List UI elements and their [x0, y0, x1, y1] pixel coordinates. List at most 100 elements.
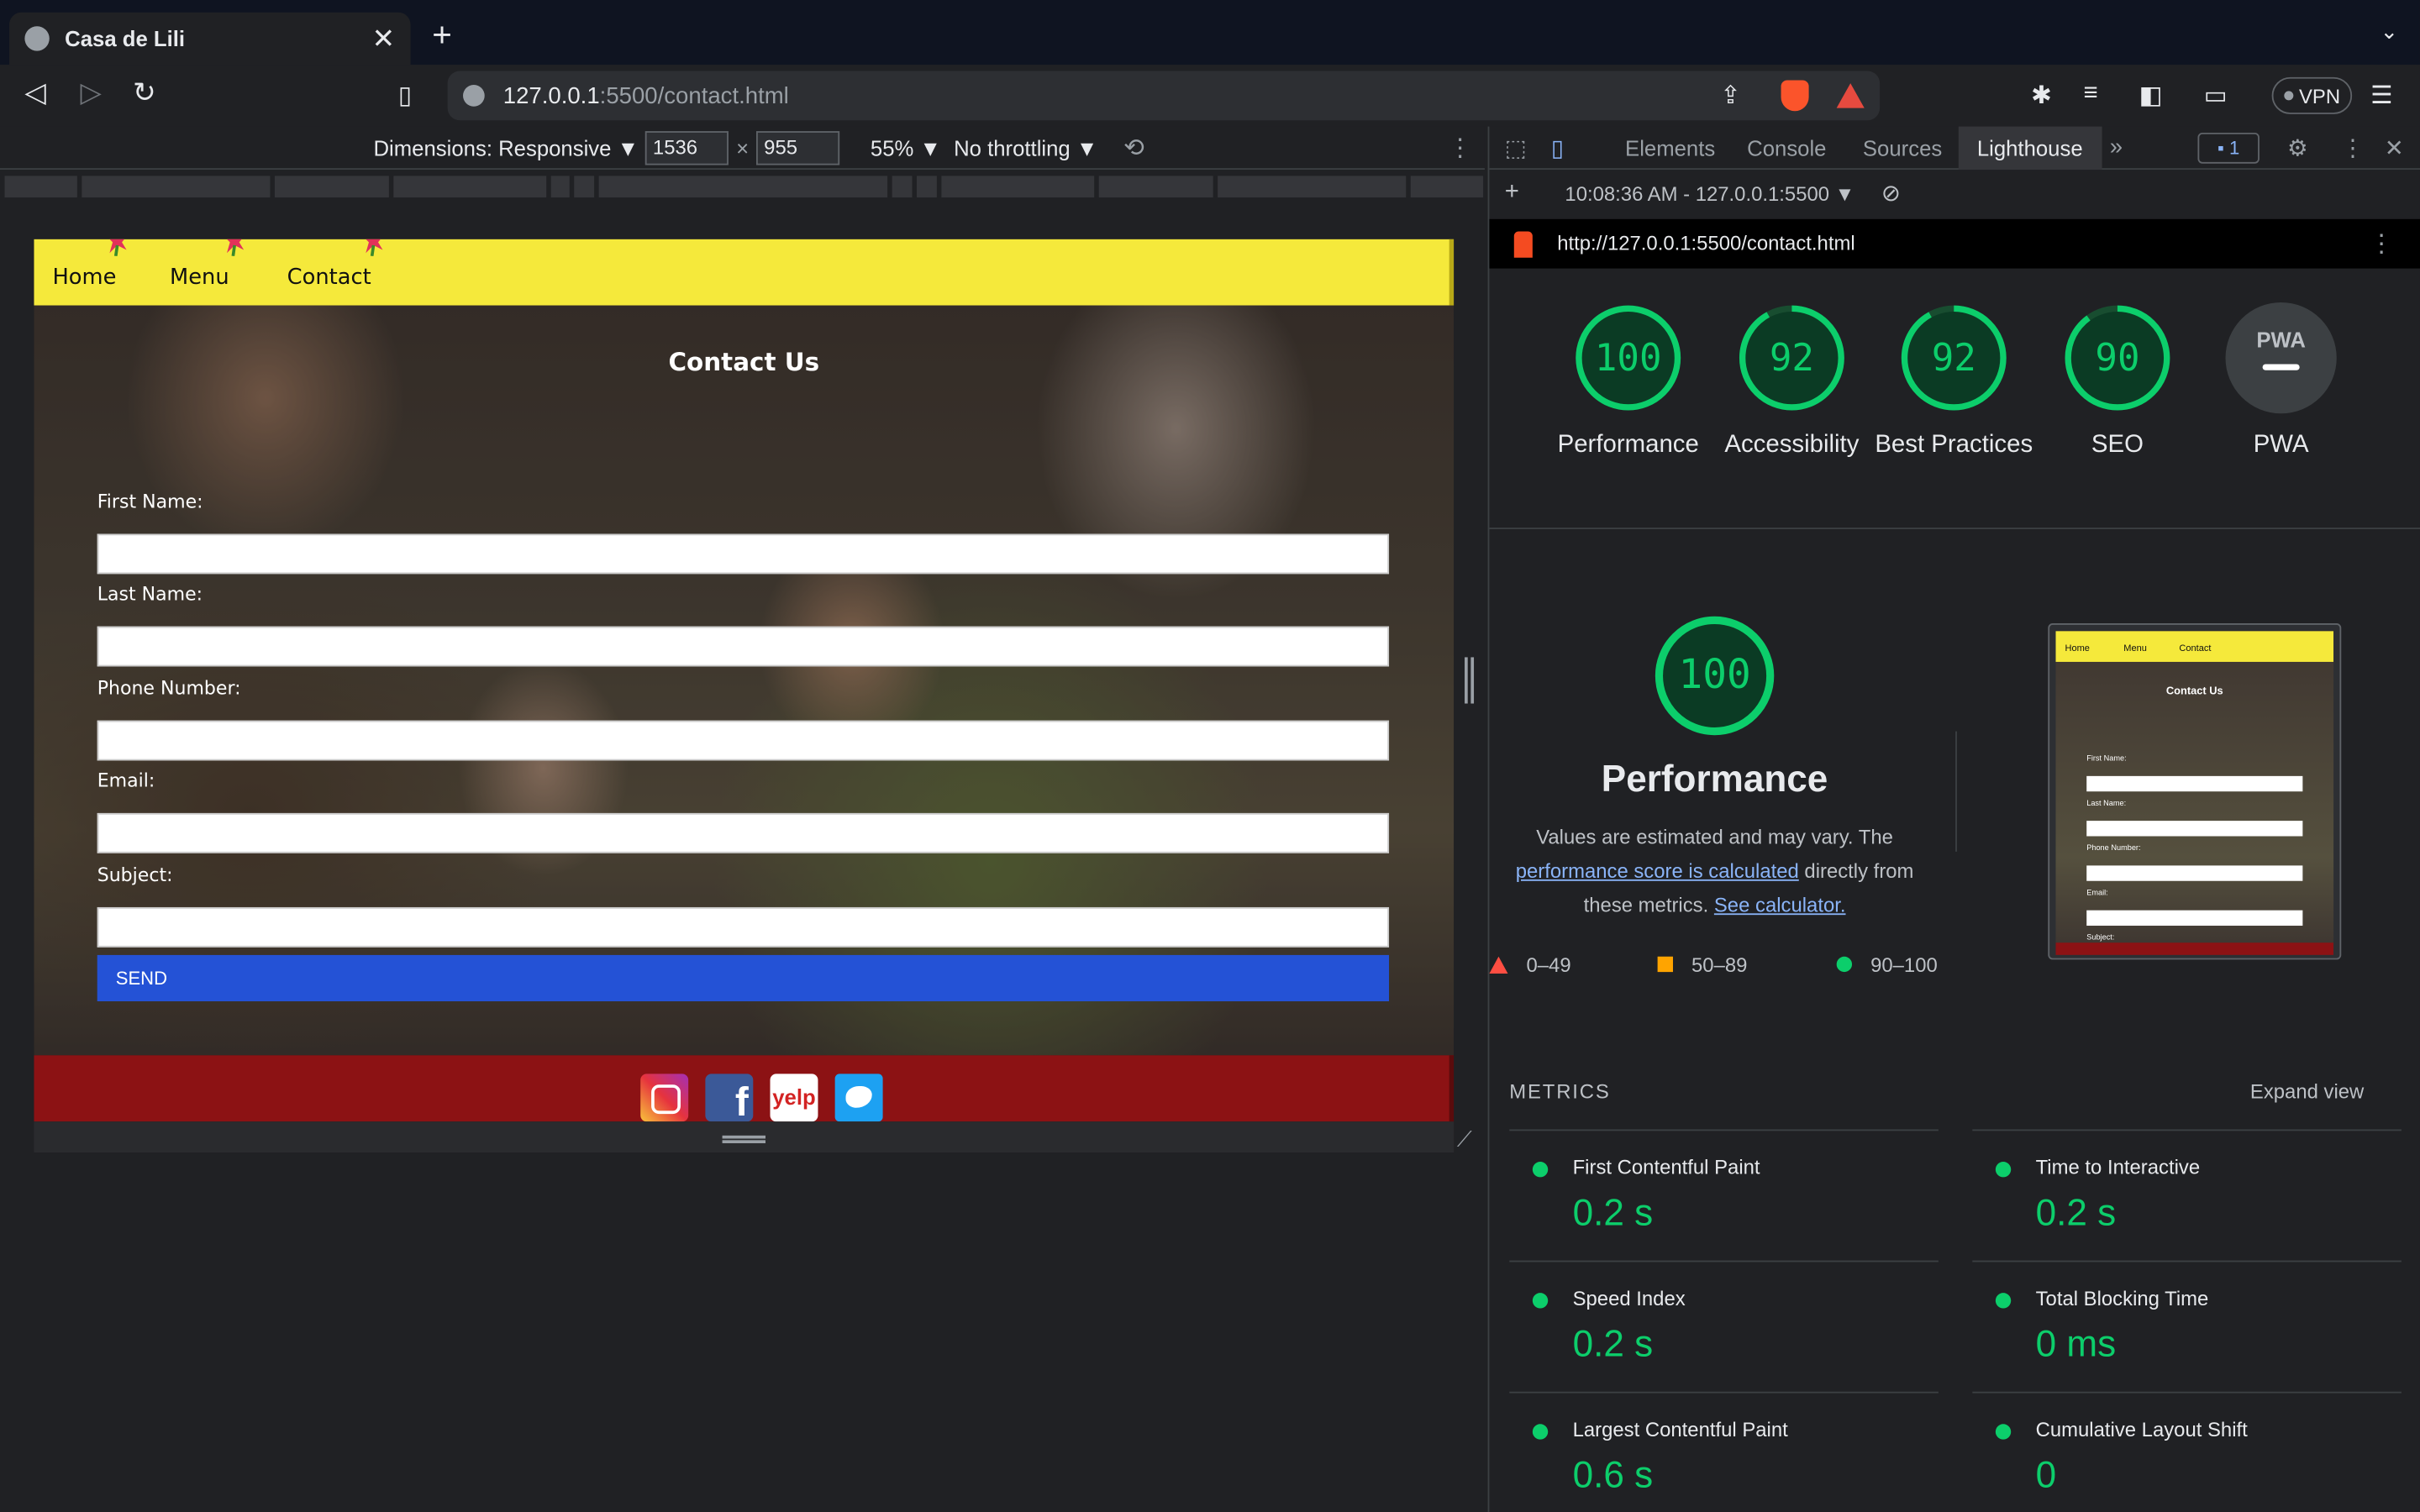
reload-icon[interactable]: ↻ [133, 77, 156, 110]
brave-shields-icon[interactable] [1781, 80, 1809, 112]
phone-input[interactable] [97, 720, 1390, 761]
bookmark-icon[interactable]: ▯ [398, 81, 412, 112]
close-devtools-icon[interactable]: ✕ [2385, 134, 2404, 162]
menu-icon[interactable]: ☰ [2370, 81, 2392, 112]
site-footer: f yelp [34, 1055, 1455, 1122]
score-value: 100 [1594, 336, 1662, 380]
site-info-icon[interactable] [463, 85, 485, 107]
forward-icon[interactable]: ▷ [81, 77, 102, 110]
flower-icon [366, 239, 383, 256]
zoom-select[interactable]: 55% ▼ [871, 136, 941, 160]
back-icon[interactable]: ◁ [24, 77, 45, 110]
yelp-icon[interactable]: yelp [770, 1074, 818, 1122]
settings-gear-icon[interactable]: ⚙ [2287, 134, 2308, 162]
flower-icon [226, 239, 245, 256]
inspect-icon[interactable]: ⬚ [1505, 134, 1527, 162]
twitter-icon[interactable] [834, 1074, 883, 1122]
gauge-seo[interactable]: 90 SEO [2025, 302, 2210, 463]
new-tab-button[interactable]: + [432, 15, 452, 55]
media-playlist-icon[interactable]: ≡ [2084, 81, 2098, 108]
score-calculated-link[interactable]: performance score is calculated [1516, 859, 1799, 883]
right-resize-handle[interactable] [1465, 657, 1475, 704]
report-select[interactable]: 10:08:36 AM - 127.0.0.1:5500 ▼ [1565, 182, 1854, 206]
clear-icon[interactable]: ⊘ [1881, 179, 1901, 207]
wallet-icon[interactable]: ▭ [2204, 81, 2228, 112]
corner-resize-icon[interactable]: ⟋ [1457, 1126, 1472, 1152]
subject-label: Subject: [97, 864, 173, 886]
nav-menu[interactable]: Menu [170, 265, 229, 290]
instagram-icon[interactable] [640, 1074, 689, 1122]
more-options-icon[interactable]: ⋮ [1448, 133, 1472, 164]
send-button[interactable]: SEND [97, 954, 1390, 1002]
last-name-input[interactable] [97, 626, 1390, 667]
pass-dot-icon [1532, 1424, 1549, 1440]
new-report-icon[interactable]: + [1505, 179, 1519, 207]
flower-icon [109, 239, 127, 256]
devtools-menu-icon[interactable]: ⋮ [2341, 134, 2365, 162]
screen: Casa de Lili ✕ + ⌄ ◁ ▷ ↻ ▯ 127.0.0.1:550… [0, 0, 2420, 1512]
dimensions-select[interactable]: Dimensions: Responsive ▼ [373, 136, 639, 160]
facebook-icon[interactable]: f [705, 1074, 754, 1121]
sidebar-icon[interactable]: ◧ [2139, 81, 2163, 112]
score-ring: 100 [1573, 302, 1684, 413]
address-bar[interactable]: 127.0.0.1:5500/contact.html ⇪ [447, 71, 1881, 121]
pass-dot-icon [1532, 1293, 1549, 1309]
rotate-icon[interactable]: ⟲ [1123, 133, 1144, 164]
expand-view-button[interactable]: Expand view [2250, 1080, 2364, 1104]
url-host: 127.0.0.1 [502, 82, 600, 109]
metric-value: 0.2 s [1572, 1323, 1654, 1366]
pwa-badge-icon: PWA [2225, 302, 2337, 414]
see-calculator-link[interactable]: See calculator. [1714, 893, 1846, 916]
tab-lighthouse[interactable]: Lighthouse [1958, 126, 2102, 171]
vpn-button[interactable]: VPN [2271, 76, 2353, 114]
nav-home[interactable]: Home [52, 265, 116, 290]
report-bar: + 10:08:36 AM - 127.0.0.1:5500 ▼ ⊘ [1489, 173, 2420, 216]
share-icon[interactable]: ⇪ [1720, 81, 1741, 112]
bottom-resize-handle[interactable] [722, 1135, 766, 1143]
score-value: 90 [2095, 336, 2140, 380]
final-screenshot-thumbnail[interactable]: Home Menu Contact Contact Us First Name:… [2048, 623, 2342, 960]
pass-dot-icon [1995, 1293, 2012, 1309]
report-menu-icon[interactable]: ⋮ [2369, 228, 2393, 260]
metric-value: 0.6 s [1572, 1455, 1654, 1497]
performance-description: Values are estimated and may vary. The p… [1515, 825, 1914, 916]
legend-pass: 90–100 [1836, 953, 1938, 977]
device-toggle-icon[interactable]: ▯ [1551, 134, 1564, 162]
tab-console[interactable]: Console [1747, 136, 1826, 160]
report-url[interactable]: http://127.0.0.1:5500/contact.html [1557, 232, 1854, 255]
tab-sources[interactable]: Sources [1863, 136, 1942, 160]
metric-label: Time to Interactive [2035, 1155, 2201, 1179]
tab-search-icon[interactable]: ⌄ [2381, 18, 2399, 45]
close-tab-icon[interactable]: ✕ [371, 23, 395, 55]
gauge-label: Accessibility [1724, 432, 1860, 459]
brave-rewards-icon[interactable] [1836, 83, 1865, 108]
height-input[interactable]: 955 [755, 131, 840, 165]
subject-input[interactable] [97, 906, 1390, 948]
metric-total-blocking-time: Total Blocking Time 0 ms [1972, 1260, 2402, 1392]
gauge-best-practices[interactable]: 92 Best Practices [1861, 302, 2046, 463]
width-input[interactable]: 1536 [644, 131, 729, 165]
browser-tab[interactable]: Casa de Lili ✕ [9, 12, 411, 66]
metric-cumulative-layout-shift: Cumulative Layout Shift 0 [1972, 1391, 2402, 1512]
score-ring: 90 [2062, 302, 2173, 413]
throttling-select[interactable]: No throttling ▼ [954, 136, 1097, 160]
first-name-input[interactable] [97, 533, 1390, 575]
gauge-performance[interactable]: 100 Performance [1536, 302, 1721, 463]
performance-score: 100 [1678, 652, 1751, 700]
browser-toolbar: ◁ ▷ ↻ ▯ 127.0.0.1:5500/contact.html ⇪ ✱ … [0, 65, 2420, 127]
extensions-icon[interactable]: ✱ [2031, 81, 2052, 112]
more-tabs-icon[interactable]: » [2110, 134, 2123, 160]
tab-elements[interactable]: Elements [1625, 136, 1715, 160]
email-input[interactable] [97, 812, 1390, 853]
metric-label: Speed Index [1572, 1286, 1686, 1310]
gauge-accessibility[interactable]: 92 Accessibility [1699, 302, 1884, 463]
square-icon [1657, 956, 1673, 973]
nav-contact[interactable]: Contact [287, 265, 371, 290]
metric-speed-index: Speed Index 0.2 s [1509, 1260, 1939, 1392]
issues-count: 1 [2229, 137, 2240, 160]
issues-badge[interactable]: ▪ 1 [2197, 132, 2260, 164]
gauge-pwa[interactable]: PWA PWA [2188, 302, 2373, 463]
tab-title: Casa de Lili [65, 26, 186, 51]
vpn-status-icon [2283, 91, 2293, 101]
media-query-ruler[interactable] [0, 173, 1485, 201]
